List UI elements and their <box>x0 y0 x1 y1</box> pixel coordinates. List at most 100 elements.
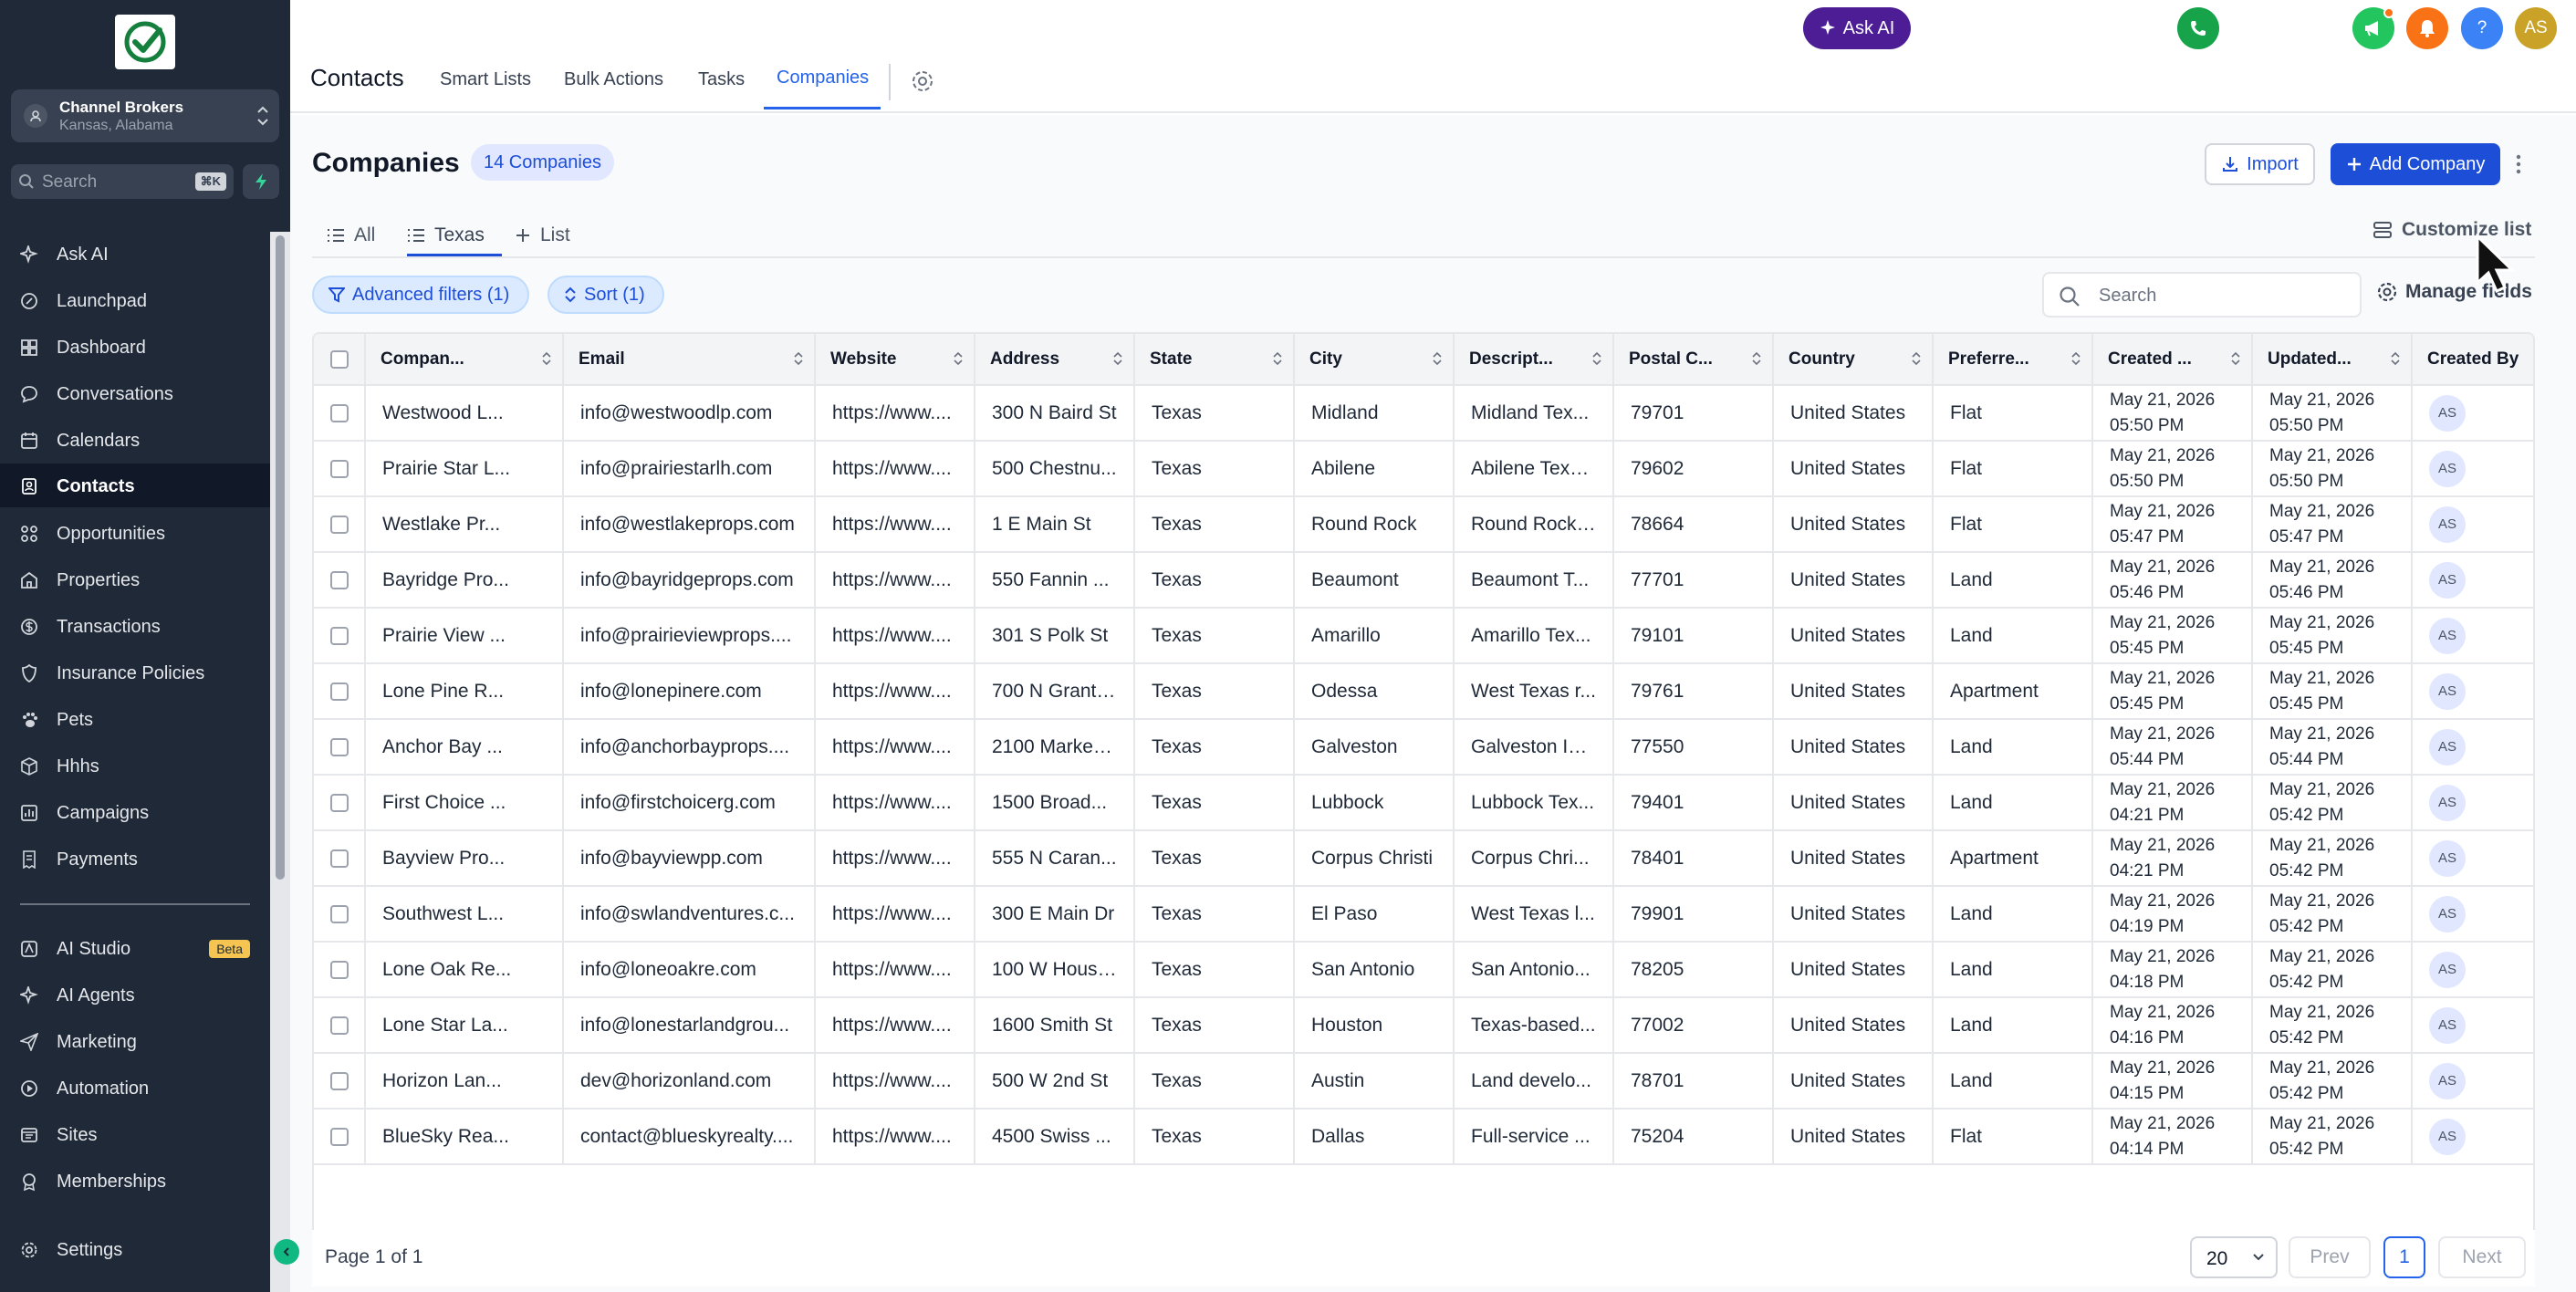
sidebar-item-settings[interactable]: Settings <box>0 1227 270 1271</box>
row-checkbox[interactable] <box>330 904 349 923</box>
cell-email[interactable]: info@anchorbayprops.... <box>563 719 816 776</box>
import-button[interactable]: Import <box>2205 143 2315 185</box>
row-checkbox[interactable] <box>330 1127 349 1146</box>
created-by-avatar[interactable]: AS <box>2429 561 2466 599</box>
cell-website[interactable]: https://www.... <box>815 942 975 998</box>
tab-tasks[interactable]: Tasks <box>698 69 745 90</box>
column-header-postal-code[interactable]: Postal C... <box>1613 334 1774 386</box>
cell-email[interactable]: info@loneoakre.com <box>563 942 816 998</box>
gear-icon[interactable] <box>911 69 934 93</box>
row-checkbox[interactable] <box>330 849 349 868</box>
row-checkbox[interactable] <box>330 459 349 478</box>
cell-email[interactable]: info@prairieviewprops.... <box>563 608 816 664</box>
sidebar-item-hhhs[interactable]: Hhhs <box>0 744 270 787</box>
quick-action-button[interactable] <box>243 164 279 199</box>
cell-email[interactable]: info@westwoodlp.com <box>563 385 816 442</box>
column-header-state[interactable]: State <box>1134 334 1295 386</box>
sidebar-search[interactable]: Search ⌘K <box>11 164 234 199</box>
user-avatar[interactable]: AS <box>2515 7 2557 49</box>
row-select-cell[interactable] <box>314 496 366 553</box>
cell-email[interactable]: contact@blueskyrealty.... <box>563 1109 816 1165</box>
table-row[interactable]: Prairie Star L... info@prairiestarlh.com h… <box>314 441 2533 497</box>
column-header-description[interactable]: Descript... <box>1454 334 1614 386</box>
cell-email[interactable]: info@lonepinere.com <box>563 663 816 720</box>
table-search[interactable]: Search <box>2042 272 2362 318</box>
cell-company[interactable]: BlueSky Rea... <box>365 1109 564 1165</box>
cell-email[interactable]: info@lonestarlandgrou... <box>563 997 816 1054</box>
cell-website[interactable]: https://www.... <box>815 1109 975 1165</box>
cell-company[interactable]: Southwest L... <box>365 886 564 943</box>
column-header-city[interactable]: City <box>1294 334 1455 386</box>
prev-page-button[interactable]: Prev <box>2289 1236 2371 1278</box>
row-select-cell[interactable] <box>314 608 366 664</box>
created-by-avatar[interactable]: AS <box>2429 617 2466 654</box>
created-by-avatar[interactable]: AS <box>2429 839 2466 877</box>
cell-company[interactable]: First Choice ... <box>365 775 564 831</box>
created-by-avatar[interactable]: AS <box>2429 672 2466 710</box>
table-row[interactable]: Lone Star La... info@lonestarlandgrou... h… <box>314 997 2533 1054</box>
sidebar-item-marketing[interactable]: Marketing <box>0 1019 270 1063</box>
phone-button[interactable] <box>2177 7 2219 49</box>
sidebar-item-campaigns[interactable]: Campaigns <box>0 790 270 834</box>
add-company-button[interactable]: Add Company <box>2331 143 2500 185</box>
created-by-avatar[interactable]: AS <box>2429 394 2466 432</box>
notifications-button[interactable] <box>2406 7 2448 49</box>
table-row[interactable]: First Choice ... info@firstchoicerg.com ht… <box>314 775 2533 831</box>
cell-company[interactable]: Horizon Lan... <box>365 1053 564 1110</box>
sidebar-item-ai-agents[interactable]: AI Agents <box>0 973 270 1016</box>
created-by-avatar[interactable]: AS <box>2429 728 2466 766</box>
sidebar-item-opportunities[interactable]: Opportunities <box>0 511 270 555</box>
cell-company[interactable]: Lone Oak Re... <box>365 942 564 998</box>
created-by-avatar[interactable]: AS <box>2429 505 2466 543</box>
cell-website[interactable]: https://www.... <box>815 775 975 831</box>
created-by-avatar[interactable]: AS <box>2429 784 2466 821</box>
sidebar-item-ai-studio[interactable]: AI Studio Beta <box>0 926 270 970</box>
account-switcher[interactable]: Channel Brokers Kansas, Alabama <box>11 89 279 142</box>
row-select-cell[interactable] <box>314 385 366 442</box>
cell-email[interactable]: info@swlandventures.c... <box>563 886 816 943</box>
table-row[interactable]: Bayridge Pro... info@bayridgeprops.com htt… <box>314 552 2533 609</box>
sidebar-item-ask-ai[interactable]: Ask AI <box>0 232 270 276</box>
cell-website[interactable]: https://www.... <box>815 1053 975 1110</box>
cell-website[interactable]: https://www.... <box>815 608 975 664</box>
help-button[interactable]: ? <box>2461 7 2503 49</box>
table-row[interactable]: Southwest L... info@swlandventures.c... ht… <box>314 886 2533 943</box>
tab-smart-lists[interactable]: Smart Lists <box>440 69 531 90</box>
row-checkbox[interactable] <box>330 515 349 534</box>
table-row[interactable]: BlueSky Rea... contact@blueskyrealty.... h… <box>314 1109 2533 1165</box>
row-select-cell[interactable] <box>314 552 366 609</box>
select-all-checkbox[interactable] <box>329 349 349 369</box>
created-by-avatar[interactable]: AS <box>2429 450 2466 487</box>
next-page-button[interactable]: Next <box>2438 1236 2526 1278</box>
column-header-created-by[interactable]: Created By <box>2412 334 2533 386</box>
row-checkbox[interactable] <box>330 1016 349 1035</box>
column-header-email[interactable]: Email <box>563 334 816 386</box>
view-tab-texas[interactable]: Texas <box>407 217 485 254</box>
cell-website[interactable]: https://www.... <box>815 663 975 720</box>
row-select-cell[interactable] <box>314 663 366 720</box>
sidebar-item-pets[interactable]: Pets <box>0 697 270 741</box>
cell-email[interactable]: info@firstchoicerg.com <box>563 775 816 831</box>
cell-email[interactable]: dev@horizonland.com <box>563 1053 816 1110</box>
view-tab-all[interactable]: All <box>327 217 375 254</box>
cell-company[interactable]: Westlake Pr... <box>365 496 564 553</box>
created-by-avatar[interactable]: AS <box>2429 1062 2466 1099</box>
row-select-cell[interactable] <box>314 719 366 776</box>
row-checkbox[interactable] <box>330 570 349 589</box>
row-select-cell[interactable] <box>314 1053 366 1110</box>
sidebar-item-memberships[interactable]: Memberships <box>0 1159 270 1203</box>
row-select-cell[interactable] <box>314 997 366 1054</box>
table-row[interactable]: Lone Pine R... info@lonepinere.com https:/… <box>314 663 2533 720</box>
sidebar-item-transactions[interactable]: Transactions <box>0 604 270 648</box>
cell-website[interactable]: https://www.... <box>815 441 975 497</box>
ask-ai-button[interactable]: Ask AI <box>1803 7 1911 49</box>
cell-company[interactable]: Bayridge Pro... <box>365 552 564 609</box>
created-by-avatar[interactable]: AS <box>2429 951 2466 988</box>
collapse-sidebar-button[interactable] <box>274 1239 299 1265</box>
cell-company[interactable]: Lone Star La... <box>365 997 564 1054</box>
row-select-cell[interactable] <box>314 830 366 887</box>
tab-companies[interactable]: Companies <box>777 68 869 89</box>
row-select-cell[interactable] <box>314 886 366 943</box>
cell-website[interactable]: https://www.... <box>815 886 975 943</box>
cell-email[interactable]: info@bayridgeprops.com <box>563 552 816 609</box>
